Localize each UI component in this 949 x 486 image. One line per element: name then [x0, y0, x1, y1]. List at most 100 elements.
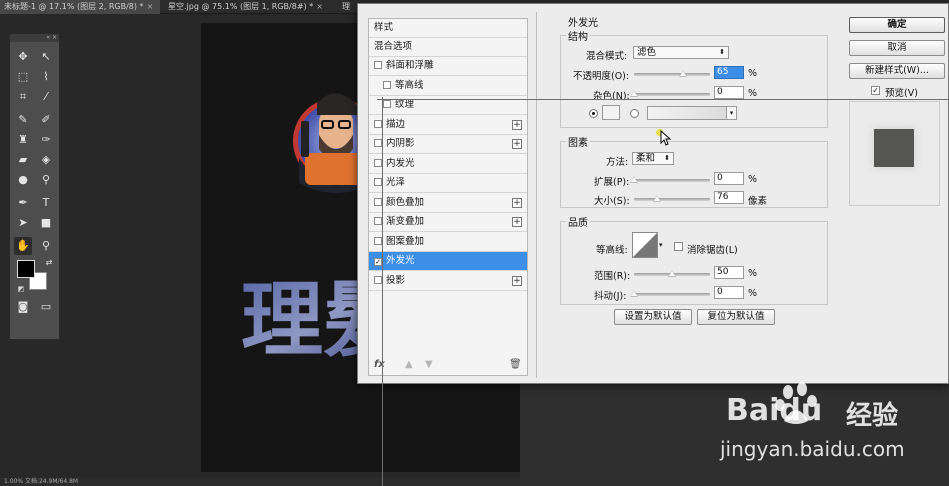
style-checkbox[interactable] [374, 178, 382, 186]
trash-icon[interactable]: 🗑 [509, 359, 522, 370]
list-header-styles[interactable]: 样式 [369, 19, 527, 38]
spread-slider-thumb[interactable] [630, 176, 638, 183]
style-checkbox[interactable] [374, 119, 382, 128]
tab-document-starry[interactable]: 星空.jpg @ 75.1% (图层 1, RGB/8#) * × [164, 0, 334, 14]
size-slider-thumb[interactable] [652, 195, 661, 202]
spread-slider[interactable] [634, 179, 710, 182]
dropdown-arrow-icon: ⬍ [664, 154, 670, 162]
style-item[interactable]: 斜面和浮雕 [369, 57, 527, 76]
range-field[interactable]: 50 [714, 266, 744, 279]
tab-document-third[interactable]: 理 [338, 0, 356, 14]
quality-title: 品质 [566, 214, 590, 229]
add-style-instance-icon[interactable]: + [512, 197, 522, 208]
hand-tool-icon[interactable]: ✋ [14, 237, 32, 255]
eraser-tool-icon[interactable]: ▰ [14, 151, 32, 169]
dropdown-arrow-icon[interactable]: ▾ [726, 107, 736, 119]
technique-dropdown[interactable]: 柔和 ⬍ [632, 152, 674, 165]
style-checkbox[interactable] [383, 100, 391, 108]
add-style-instance-icon[interactable]: + [512, 119, 522, 130]
lasso-tool-icon[interactable]: ⌇ [37, 68, 55, 86]
jitter-slider-thumb[interactable] [630, 290, 638, 297]
dropdown-arrow-icon[interactable]: ▾ [659, 241, 663, 249]
style-item[interactable]: 颜色叠加 + [369, 194, 527, 213]
style-checkbox[interactable] [374, 197, 382, 206]
dodge-tool-icon[interactable]: ⚲ [37, 171, 55, 189]
panel-grip[interactable]: « × [10, 34, 59, 42]
paint-bucket-icon[interactable]: ◈ [37, 151, 55, 169]
preview-checkbox[interactable]: ✓ [871, 86, 880, 95]
fx-icon[interactable]: fx [374, 359, 385, 370]
spread-field[interactable]: 0 [714, 172, 744, 185]
healing-brush-icon[interactable]: ✎ [14, 111, 32, 129]
path-select-icon[interactable]: ➤ [14, 214, 32, 232]
list-header-blend-options[interactable]: 混合选项 [369, 38, 527, 57]
opacity-field[interactable]: 65 [714, 66, 744, 79]
style-checkbox[interactable] [374, 158, 382, 167]
add-style-instance-icon[interactable]: + [512, 139, 522, 149]
ok-button[interactable]: 确定 [849, 17, 945, 33]
history-brush-icon[interactable]: ✑ [37, 131, 55, 149]
clone-stamp-icon[interactable]: ♜ [14, 131, 32, 149]
close-icon[interactable]: × [316, 2, 323, 11]
make-default-button[interactable]: 设置为默认值 [614, 309, 692, 325]
gradient-radio[interactable] [630, 109, 639, 118]
quick-mask-icon[interactable]: ◙ [14, 298, 32, 316]
style-item[interactable]: 图案叠加 [369, 233, 527, 252]
style-item[interactable]: 内发光 [369, 155, 527, 174]
eyedropper-tool-icon[interactable]: ⁄ [37, 88, 55, 106]
close-icon[interactable]: × [147, 2, 154, 11]
style-item[interactable]: 描边 + [369, 116, 527, 135]
antialias-checkbox[interactable] [674, 242, 683, 251]
style-checkbox[interactable] [374, 139, 382, 147]
add-style-instance-icon[interactable]: + [512, 217, 522, 227]
move-tool-icon[interactable]: ✥ [14, 48, 32, 66]
noise-slider-thumb[interactable] [630, 90, 638, 97]
default-colors-icon[interactable]: ◩ [12, 280, 30, 298]
style-checkbox[interactable] [383, 80, 391, 89]
brush-tool-icon[interactable]: ✐ [37, 111, 55, 129]
noise-field[interactable]: 0 [714, 86, 744, 99]
jitter-field[interactable]: 0 [714, 286, 744, 299]
move-up-icon[interactable]: ▲ [405, 359, 413, 370]
crop-tool-icon[interactable]: ⌗ [14, 88, 32, 106]
style-item[interactable]: 渐变叠加 + [369, 213, 527, 232]
style-checkbox[interactable] [374, 217, 382, 225]
tab-document-untitled[interactable]: 未标题-1 @ 17.1% (图层 2, RGB/8) * × [0, 0, 160, 14]
blur-tool-icon[interactable]: ● [14, 171, 32, 189]
style-item[interactable]: 内阴影 + [369, 135, 527, 154]
pen-tool-icon[interactable]: ✒ [14, 194, 32, 212]
style-item[interactable]: ✓ 外发光 [369, 252, 527, 271]
size-field[interactable]: 76 [714, 191, 744, 204]
style-item[interactable]: 投影 + [369, 272, 527, 291]
style-checkbox[interactable] [374, 236, 382, 245]
add-style-instance-icon[interactable]: + [512, 275, 522, 286]
zoom-tool-icon[interactable]: ⚲ [37, 237, 55, 255]
style-checkbox[interactable] [374, 61, 382, 69]
opacity-slider-thumb[interactable] [679, 70, 688, 77]
solid-color-radio[interactable] [589, 109, 598, 118]
move-down-icon[interactable]: ▼ [425, 359, 433, 370]
gradient-picker[interactable]: ▾ [647, 106, 737, 120]
new-style-button[interactable]: 新建样式(W)... [849, 63, 945, 79]
type-tool-icon[interactable]: T [37, 194, 55, 212]
style-checkbox[interactable] [374, 275, 382, 284]
range-slider-thumb[interactable] [668, 270, 676, 277]
style-checkbox[interactable]: ✓ [374, 258, 382, 266]
swap-colors-icon[interactable]: ⇄ [40, 254, 58, 272]
blend-mode-dropdown[interactable]: 滤色 ⬍ [633, 46, 729, 59]
jitter-slider[interactable] [634, 293, 710, 296]
glow-color-swatch[interactable] [602, 105, 620, 120]
cancel-button[interactable]: 取消 [849, 40, 945, 56]
style-item[interactable]: 光泽 [369, 174, 527, 193]
opacity-slider[interactable] [634, 73, 710, 76]
reset-default-button[interactable]: 复位为默认值 [697, 309, 775, 325]
marquee-tool-icon[interactable]: ⬚ [14, 68, 32, 86]
screen-mode-icon[interactable]: ▭ [37, 298, 55, 316]
size-slider[interactable] [634, 198, 710, 201]
noise-slider[interactable] [634, 93, 710, 96]
rectangle-tool-icon[interactable]: ■ [37, 214, 55, 232]
foreground-color-swatch[interactable] [17, 260, 35, 278]
artboard-tool-icon[interactable]: ↖ [37, 48, 55, 66]
contour-picker[interactable] [632, 232, 658, 258]
style-item[interactable]: 等高线 [369, 77, 527, 96]
